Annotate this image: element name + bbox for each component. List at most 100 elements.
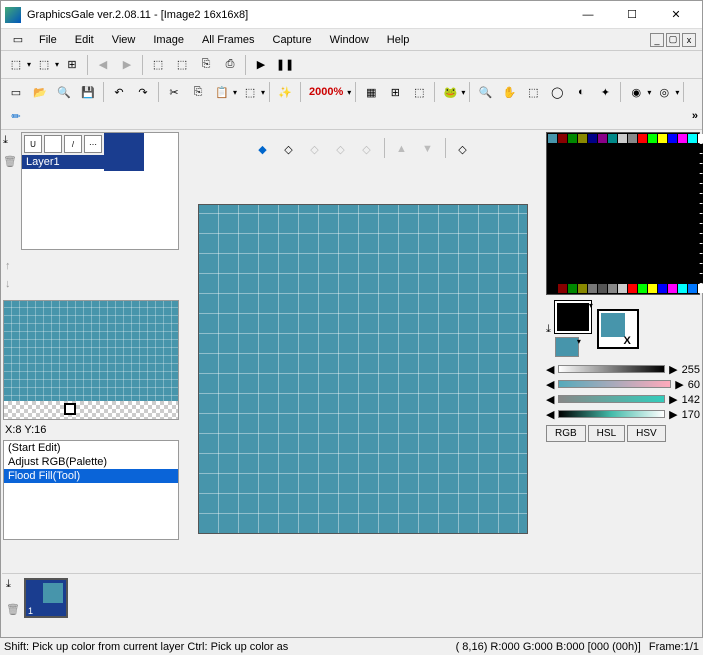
palette-cell[interactable] — [598, 174, 607, 183]
palette-cell[interactable] — [618, 264, 627, 273]
palette-cell[interactable] — [698, 254, 703, 263]
palette-cell[interactable] — [638, 274, 647, 283]
palette-cell[interactable] — [618, 254, 627, 263]
palette-cell[interactable] — [578, 254, 587, 263]
swap-icon[interactable]: ⤓ — [546, 323, 551, 336]
history-item[interactable]: (Start Edit) — [4, 441, 178, 455]
palette-cell[interactable] — [558, 144, 567, 153]
palette-cell[interactable] — [548, 214, 557, 223]
palette-cell[interactable] — [628, 224, 637, 233]
palette-cell[interactable] — [628, 204, 637, 213]
palette-cell[interactable] — [668, 154, 677, 163]
prev-frame-icon[interactable]: ⬚ — [5, 54, 27, 76]
palette-cell[interactable] — [658, 154, 667, 163]
play-icon[interactable]: ▶ — [250, 54, 272, 76]
grid3-icon[interactable]: ⬚ — [408, 81, 430, 103]
alt-color[interactable] — [555, 337, 579, 357]
palette-cell[interactable] — [688, 214, 697, 223]
palette-cell[interactable] — [568, 144, 577, 153]
zoom-icon[interactable]: 🔍 — [53, 81, 75, 103]
palette-cell[interactable] — [578, 174, 587, 183]
frame-thumbnail[interactable]: 1 — [24, 578, 68, 618]
preview-panel[interactable] — [3, 300, 179, 420]
palette-cell[interactable] — [678, 174, 687, 183]
layer-visible-icon[interactable]: U — [24, 135, 42, 153]
fill-tool-icon[interactable]: ◆ — [252, 138, 274, 160]
palette-cell[interactable] — [588, 264, 597, 273]
pause-icon[interactable]: ❚❚ — [274, 54, 296, 76]
palette-cell[interactable] — [598, 134, 607, 143]
palette-cell[interactable] — [598, 144, 607, 153]
palette-cell[interactable] — [548, 174, 557, 183]
palette-cell[interactable] — [558, 284, 567, 293]
palette-cell[interactable] — [558, 234, 567, 243]
palette-cell[interactable] — [568, 284, 577, 293]
magic-select-icon[interactable]: ✦ — [594, 81, 616, 103]
layer-link-icon[interactable]: / — [64, 135, 82, 153]
palette-cell[interactable] — [678, 154, 687, 163]
palette-cell[interactable] — [578, 164, 587, 173]
nav-next-icon[interactable]: ▶ — [116, 54, 138, 76]
palette-cell[interactable] — [668, 134, 677, 143]
palette-cell[interactable] — [688, 274, 697, 283]
palette-cell[interactable] — [688, 204, 697, 213]
palette-cell[interactable] — [698, 154, 703, 163]
palette-cell[interactable] — [598, 284, 607, 293]
palette-cell[interactable] — [558, 204, 567, 213]
palette-cell[interactable] — [548, 234, 557, 243]
palette-cell[interactable] — [588, 154, 597, 163]
slider-right-icon[interactable]: ▶ — [669, 363, 677, 376]
palette-cell[interactable] — [598, 264, 607, 273]
palette-cell[interactable] — [688, 264, 697, 273]
palette-cell[interactable] — [608, 134, 617, 143]
palette-cell[interactable] — [588, 134, 597, 143]
palette-cell[interactable] — [588, 224, 597, 233]
palette-cell[interactable] — [588, 204, 597, 213]
palette-cell[interactable] — [668, 274, 677, 283]
pin-icon[interactable]: ⤓ — [3, 134, 17, 147]
overflow-icon[interactable]: » — [692, 110, 698, 122]
palette-cell[interactable] — [548, 144, 557, 153]
layer-more-icon[interactable]: ⋯ — [84, 135, 102, 153]
palette-cell[interactable] — [588, 214, 597, 223]
palette-cell[interactable] — [688, 164, 697, 173]
palette-cell[interactable] — [638, 154, 647, 163]
palette-cell[interactable] — [628, 194, 637, 203]
palette-cell[interactable] — [628, 214, 637, 223]
palette-cell[interactable] — [548, 204, 557, 213]
palette-cell[interactable] — [648, 234, 657, 243]
palette-cell[interactable] — [568, 214, 577, 223]
layer-lock-icon[interactable] — [44, 135, 62, 153]
palette-cell[interactable] — [648, 224, 657, 233]
palette-cell[interactable] — [608, 254, 617, 263]
slider-right-icon[interactable]: ▶ — [669, 408, 677, 421]
palette-cell[interactable] — [618, 244, 627, 253]
palette-cell[interactable] — [598, 194, 607, 203]
foreground-color[interactable] — [555, 301, 591, 333]
palette-cell[interactable] — [558, 264, 567, 273]
palette-cell[interactable] — [668, 244, 677, 253]
palette-cell[interactable] — [668, 284, 677, 293]
grid2-icon[interactable]: ⊞ — [384, 81, 406, 103]
palette-cell[interactable] — [678, 194, 687, 203]
save-icon[interactable]: 💾 — [77, 81, 99, 103]
tab-hsl[interactable]: HSL — [588, 425, 625, 442]
palette-cell[interactable] — [568, 244, 577, 253]
palette-cell[interactable] — [678, 284, 687, 293]
palette-cell[interactable] — [548, 134, 557, 143]
slider-left-icon[interactable]: ◀ — [546, 408, 554, 421]
cut-icon[interactable]: ✂ — [163, 81, 185, 103]
palette-cell[interactable] — [548, 284, 557, 293]
palette-cell[interactable] — [608, 144, 617, 153]
palette-cell[interactable] — [578, 224, 587, 233]
grid-icon[interactable]: ▦ — [360, 81, 382, 103]
palette-cell[interactable] — [638, 174, 647, 183]
palette-cell[interactable] — [568, 194, 577, 203]
palette-cell[interactable] — [598, 154, 607, 163]
palette-cell[interactable] — [548, 164, 557, 173]
palette-cell[interactable] — [688, 174, 697, 183]
palette-cell[interactable] — [578, 214, 587, 223]
palette-cell[interactable] — [688, 224, 697, 233]
palette-cell[interactable] — [668, 174, 677, 183]
palette-cell[interactable] — [608, 154, 617, 163]
